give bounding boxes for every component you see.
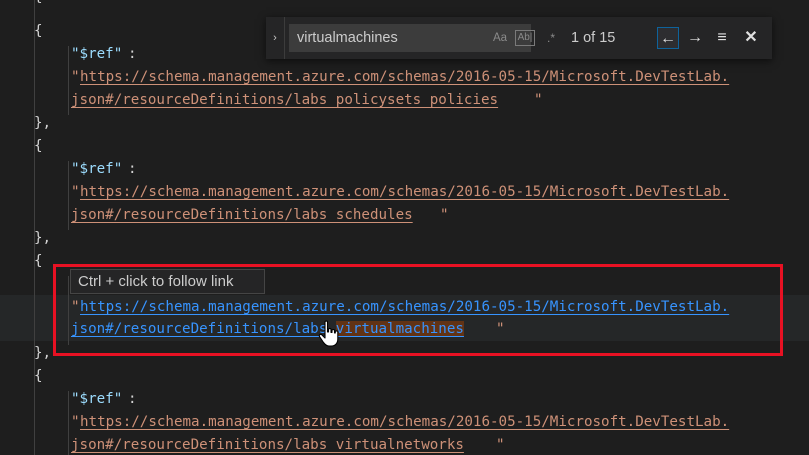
code-line: json#/resourceDefinitions/labs_policyset…: [0, 89, 809, 112]
code-line: },: [0, 112, 809, 135]
colon: :: [128, 46, 137, 62]
find-widget: › virtualmachines Aa Ab| .* 1 of 15 ← → …: [266, 17, 772, 59]
quote: ": [496, 437, 505, 453]
ref-key: "$ref": [71, 161, 123, 177]
regex-toggle[interactable]: .*: [542, 28, 560, 48]
brace: {: [34, 138, 43, 154]
brace: {: [34, 23, 43, 39]
annotation-highlight-box: [53, 264, 783, 356]
brace: {: [34, 253, 43, 269]
find-input-value: virtualmachines: [297, 30, 398, 46]
colon: :: [128, 391, 137, 407]
quote: ": [71, 69, 80, 85]
schema-link[interactable]: json#/resourceDefinitions/labs_schedules: [71, 204, 413, 227]
code-editor[interactable]: { { "$ref": "https://schema.management.a…: [0, 0, 809, 455]
schema-link[interactable]: json#/resourceDefinitions/labs_virtualne…: [71, 434, 464, 455]
colon: :: [128, 161, 137, 177]
code-line: {: [0, 365, 809, 388]
ref-key: "$ref": [71, 46, 123, 62]
brace: },: [34, 115, 52, 131]
code-line: {: [0, 135, 809, 158]
code-line: "$ref":: [0, 158, 809, 181]
hand-pointer-icon: [318, 320, 339, 347]
quote: ": [534, 92, 543, 108]
code-line: " https://schema.management.azure.com/sch…: [0, 411, 809, 434]
schema-link[interactable]: json#/resourceDefinitions/labs_policyset…: [71, 89, 498, 112]
code-line: " https://schema.management.azure.com/sch…: [0, 181, 809, 204]
quote: ": [440, 207, 449, 223]
brace: },: [34, 345, 52, 361]
match-case-toggle[interactable]: Aa: [490, 28, 510, 48]
previous-match-arrow-icon[interactable]: ←: [657, 27, 679, 49]
whole-word-toggle[interactable]: Ab|: [515, 30, 535, 46]
schema-link[interactable]: https://schema.management.azure.com/sche…: [80, 66, 729, 89]
code-line: json#/resourceDefinitions/labs_virtualne…: [0, 434, 809, 455]
brace: },: [34, 230, 52, 246]
next-match-arrow-icon[interactable]: →: [684, 27, 706, 49]
code-line: "$ref":: [0, 388, 809, 411]
brace: {: [34, 0, 43, 9]
ref-key: "$ref": [71, 391, 123, 407]
match-count: 1 of 15: [571, 30, 616, 46]
code-line: json#/resourceDefinitions/labs_schedules…: [0, 204, 809, 227]
quote: ": [71, 414, 80, 430]
find-in-selection-icon[interactable]: ≡: [711, 27, 733, 49]
brace: {: [34, 368, 43, 384]
code-line: {: [0, 0, 809, 9]
schema-link[interactable]: https://schema.management.azure.com/sche…: [80, 411, 729, 434]
toggle-replace-chevron-icon[interactable]: ›: [266, 17, 285, 59]
close-icon[interactable]: ✕: [740, 27, 762, 49]
quote: ": [71, 184, 80, 200]
schema-link[interactable]: https://schema.management.azure.com/sche…: [80, 181, 729, 204]
code-line: },: [0, 227, 809, 250]
code-line: " https://schema.management.azure.com/sch…: [0, 66, 809, 89]
